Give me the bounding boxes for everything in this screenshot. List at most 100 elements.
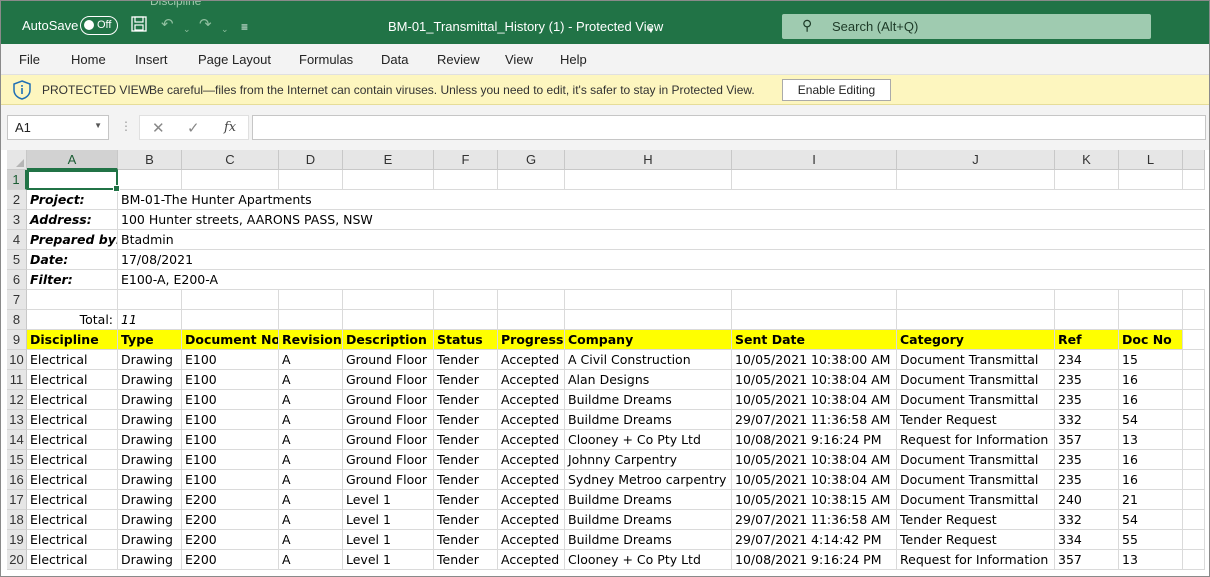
table-cell[interactable]: Drawing: [118, 530, 182, 550]
table-cell[interactable]: E100: [182, 410, 279, 430]
table-cell[interactable]: 54: [1119, 510, 1183, 530]
document-title[interactable]: BM-01_Transmittal_History (1) - Protecte…: [388, 19, 663, 34]
date-value[interactable]: 17/08/2021: [118, 250, 1205, 270]
filter-label[interactable]: Filter:: [27, 270, 118, 290]
table-cell[interactable]: A: [279, 390, 343, 410]
table-cell[interactable]: A: [279, 430, 343, 450]
table-cell[interactable]: Accepted: [498, 350, 565, 370]
table-cell[interactable]: 235: [1055, 390, 1119, 410]
cell[interactable]: [897, 170, 1055, 190]
cell[interactable]: [1183, 530, 1205, 550]
table-header[interactable]: Sent Date: [732, 330, 897, 350]
table-cell[interactable]: Tender: [434, 350, 498, 370]
cell[interactable]: [279, 170, 343, 190]
table-cell[interactable]: E200: [182, 550, 279, 570]
row-header[interactable]: 11: [7, 370, 27, 390]
row-header[interactable]: 9: [7, 330, 27, 350]
table-cell[interactable]: A: [279, 490, 343, 510]
address-label[interactable]: Address:: [27, 210, 118, 230]
table-header[interactable]: Progress: [498, 330, 565, 350]
cell[interactable]: [279, 290, 343, 310]
table-cell[interactable]: Drawing: [118, 510, 182, 530]
customize-icon[interactable]: ≡: [241, 18, 248, 36]
column-header[interactable]: K: [1055, 150, 1119, 170]
column-header[interactable]: H: [565, 150, 732, 170]
table-cell[interactable]: Johnny Carpentry: [565, 450, 732, 470]
active-cell-selection[interactable]: [27, 170, 120, 192]
column-header[interactable]: L: [1119, 150, 1183, 170]
table-cell[interactable]: 240: [1055, 490, 1119, 510]
table-cell[interactable]: 332: [1055, 510, 1119, 530]
formula-input[interactable]: [252, 115, 1206, 140]
table-cell[interactable]: A: [279, 470, 343, 490]
table-header[interactable]: Ref: [1055, 330, 1119, 350]
column-header[interactable]: B: [118, 150, 182, 170]
row-header[interactable]: 20: [7, 550, 27, 570]
table-cell[interactable]: 10/05/2021 10:38:04 AM: [732, 370, 897, 390]
table-cell[interactable]: 13: [1119, 430, 1183, 450]
table-cell[interactable]: Tender Request: [897, 410, 1055, 430]
enable-editing-button[interactable]: Enable Editing: [782, 79, 891, 101]
address-value[interactable]: 100 Hunter streets, AARONS PASS, NSW: [118, 210, 1205, 230]
column-header[interactable]: G: [498, 150, 565, 170]
menu-formulas[interactable]: Formulas: [299, 52, 353, 67]
table-cell[interactable]: Tender: [434, 450, 498, 470]
cell[interactable]: [1183, 550, 1205, 570]
table-header[interactable]: Doc No: [1119, 330, 1183, 350]
cell[interactable]: [1055, 310, 1119, 330]
column-header[interactable]: C: [182, 150, 279, 170]
redo-icon[interactable]: ↷: [199, 16, 212, 34]
cell[interactable]: [182, 170, 279, 190]
table-header[interactable]: Company: [565, 330, 732, 350]
table-cell[interactable]: Tender: [434, 410, 498, 430]
table-cell[interactable]: E200: [182, 490, 279, 510]
title-dropdown-icon[interactable]: ▼: [647, 22, 655, 40]
table-cell[interactable]: Accepted: [498, 390, 565, 410]
table-cell[interactable]: Accepted: [498, 410, 565, 430]
table-cell[interactable]: Buildme Dreams: [565, 530, 732, 550]
table-cell[interactable]: Drawing: [118, 470, 182, 490]
row-header[interactable]: 10: [7, 350, 27, 370]
table-cell[interactable]: 10/05/2021 10:38:00 AM: [732, 350, 897, 370]
project-value[interactable]: BM-01-The Hunter Apartments: [118, 190, 1205, 210]
table-cell[interactable]: Ground Floor: [343, 450, 434, 470]
table-cell[interactable]: Electrical: [27, 430, 118, 450]
cell[interactable]: [498, 170, 565, 190]
table-cell[interactable]: 357: [1055, 550, 1119, 570]
table-cell[interactable]: Accepted: [498, 490, 565, 510]
redo-dropdown-icon[interactable]: ⌄: [221, 20, 229, 38]
table-header[interactable]: Revision: [279, 330, 343, 350]
filter-value[interactable]: E100-A, E200-A: [118, 270, 1205, 290]
cell[interactable]: [182, 290, 279, 310]
table-cell[interactable]: Accepted: [498, 530, 565, 550]
cell[interactable]: [279, 310, 343, 330]
table-cell[interactable]: Ground Floor: [343, 370, 434, 390]
table-cell[interactable]: Drawing: [118, 390, 182, 410]
search-box[interactable]: ⚲ Search (Alt+Q): [782, 14, 1151, 39]
table-cell[interactable]: Tender: [434, 490, 498, 510]
cell[interactable]: [1183, 510, 1205, 530]
cell[interactable]: [1119, 170, 1183, 190]
table-cell[interactable]: 13: [1119, 550, 1183, 570]
table-cell[interactable]: Buildme Dreams: [565, 510, 732, 530]
table-cell[interactable]: Electrical: [27, 470, 118, 490]
total-value[interactable]: 11: [118, 310, 182, 330]
menu-insert[interactable]: Insert: [135, 52, 168, 67]
row-header[interactable]: 1: [7, 170, 27, 190]
table-cell[interactable]: A: [279, 370, 343, 390]
table-cell[interactable]: 332: [1055, 410, 1119, 430]
table-cell[interactable]: Ground Floor: [343, 390, 434, 410]
table-header[interactable]: Description: [343, 330, 434, 350]
table-cell[interactable]: Document Transmittal: [897, 370, 1055, 390]
cell[interactable]: [1183, 310, 1205, 330]
table-cell[interactable]: Electrical: [27, 490, 118, 510]
cell[interactable]: [434, 170, 498, 190]
cell[interactable]: [434, 290, 498, 310]
table-cell[interactable]: Request for Information: [897, 550, 1055, 570]
table-header[interactable]: Category: [897, 330, 1055, 350]
table-cell[interactable]: 10/08/2021 9:16:24 PM: [732, 550, 897, 570]
table-cell[interactable]: A: [279, 350, 343, 370]
prepared-by-label[interactable]: Prepared by:: [27, 230, 118, 250]
table-cell[interactable]: Buildme Dreams: [565, 490, 732, 510]
undo-dropdown-icon[interactable]: ⌄: [183, 20, 191, 38]
